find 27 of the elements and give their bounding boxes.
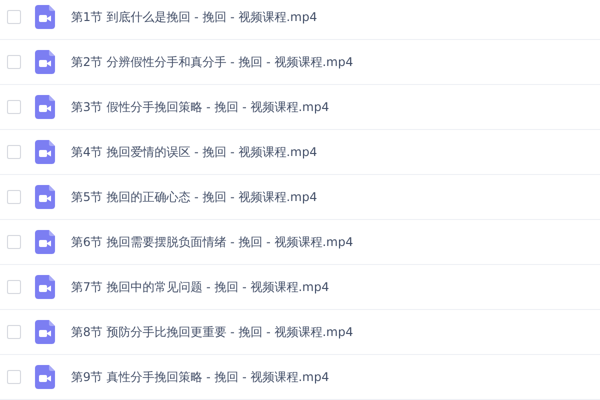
video-file-icon <box>35 365 55 389</box>
video-file-icon <box>35 140 55 164</box>
file-name[interactable]: 第3节 假性分手挽回策略 - 挽回 - 视频课程.mp4 <box>71 98 330 116</box>
video-file-icon <box>35 50 55 74</box>
checkbox[interactable] <box>7 370 21 384</box>
file-name[interactable]: 第1节 到底什么是挽回 - 挽回 - 视频课程.mp4 <box>71 8 318 26</box>
file-name[interactable]: 第7节 挽回中的常见问题 - 挽回 - 视频课程.mp4 <box>71 278 330 296</box>
checkbox[interactable] <box>7 280 21 294</box>
checkbox[interactable] <box>7 55 21 69</box>
file-name[interactable]: 第5节 挽回的正确心态 - 挽回 - 视频课程.mp4 <box>71 188 318 206</box>
video-file-icon <box>35 275 55 299</box>
file-name[interactable]: 第8节 预防分手比挽回更重要 - 挽回 - 视频课程.mp4 <box>71 324 354 340</box>
file-name[interactable]: 第4节 挽回爱情的误区 - 挽回 - 视频课程.mp4 <box>71 144 318 160</box>
video-file-icon <box>35 95 55 119</box>
checkbox[interactable] <box>7 10 21 24</box>
video-file-icon <box>35 230 55 254</box>
video-file-icon <box>35 320 55 344</box>
checkbox[interactable] <box>7 325 21 339</box>
file-name[interactable]: 第6节 挽回需要摆脱负面情绪 - 挽回 - 视频课程.mp4 <box>71 234 354 250</box>
checkbox[interactable] <box>7 100 21 114</box>
video-file-icon <box>35 185 55 209</box>
checkbox[interactable] <box>7 145 21 159</box>
file-name[interactable]: 第9节 真性分手挽回策略 - 挽回 - 视频课程.mp4 <box>71 368 330 386</box>
file-name[interactable]: 第2节 分辨假性分手和真分手 - 挽回 - 视频课程.mp4 <box>71 54 354 70</box>
video-file-icon <box>35 5 55 29</box>
checkbox[interactable] <box>7 190 21 204</box>
checkbox[interactable] <box>7 235 21 249</box>
